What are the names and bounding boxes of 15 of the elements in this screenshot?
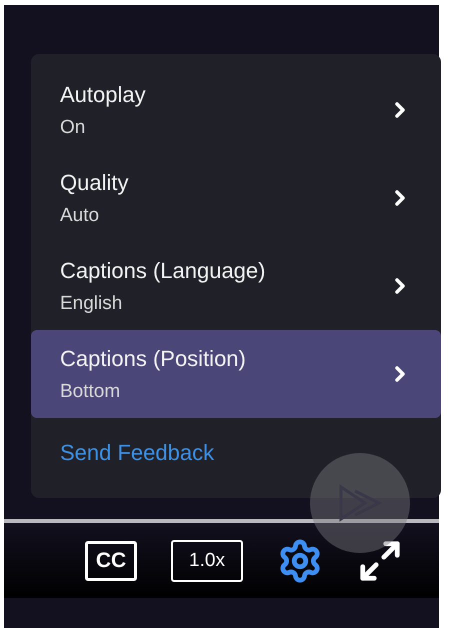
menu-item[interactable]: Captions (Position) Bottom [31, 330, 441, 418]
menu-item-title: Captions (Position) [60, 346, 247, 372]
menu-item-value: Bottom [60, 380, 122, 402]
menu-item[interactable]: Autoplay On [31, 66, 441, 154]
menu-item-value: On [60, 116, 86, 138]
menu-item[interactable]: Captions (Language) English [31, 242, 441, 330]
menu-item[interactable]: Quality Auto [31, 154, 441, 242]
captions-button[interactable]: CC [85, 540, 137, 580]
menu-item-title: Captions (Language) [60, 258, 266, 284]
send-feedback-link[interactable]: Send Feedback [60, 440, 214, 466]
menu-item-value: Auto [60, 204, 100, 226]
menu-item-title: Autoplay [60, 82, 147, 108]
speed-button[interactable]: 1.0x [171, 540, 243, 582]
menu-item-value: English [60, 292, 124, 314]
menu-item-title: Quality [60, 170, 130, 196]
